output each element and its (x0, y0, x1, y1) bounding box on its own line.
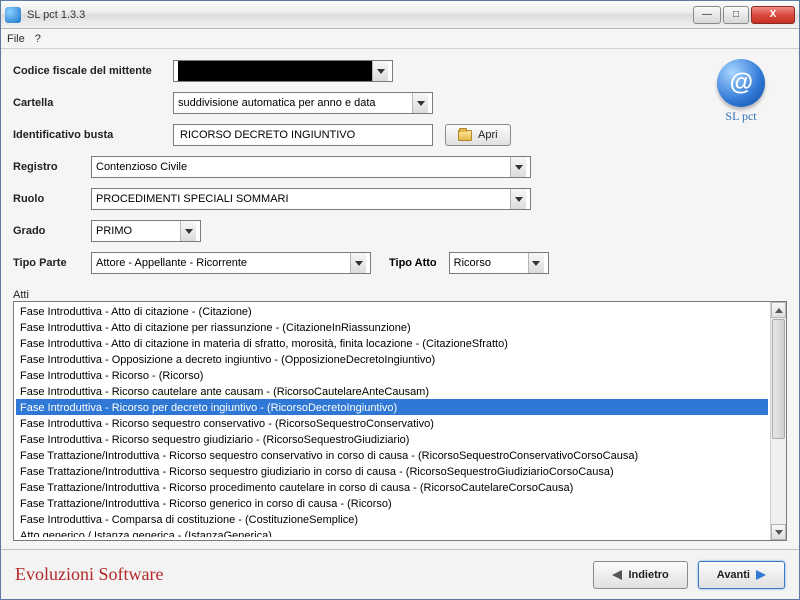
label-cartella: Cartella (13, 97, 173, 109)
avanti-label: Avanti (717, 569, 750, 581)
title-bar: SL pct 1.3.3 — □ X (1, 1, 799, 29)
menu-file[interactable]: File (7, 33, 25, 45)
codice-fiscale-combo[interactable] (173, 60, 393, 82)
tipo-parte-value: Attore - Appellante - Ricorrente (96, 257, 350, 269)
tipo-atto-value: Ricorso (454, 257, 528, 269)
apri-label: Apri (478, 129, 498, 141)
label-codice-fiscale: Codice fiscale del mittente (13, 65, 173, 77)
list-item[interactable]: Fase Introduttiva - Comparsa di costituz… (16, 511, 768, 527)
footer-bar: Evoluzioni Software Indietro Avanti (1, 549, 799, 599)
apri-button[interactable]: Apri (445, 124, 511, 146)
chevron-down-icon[interactable] (510, 189, 526, 209)
close-button[interactable]: X (751, 6, 795, 24)
at-icon: @ (717, 59, 765, 107)
menu-help[interactable]: ? (35, 33, 41, 45)
grado-value: PRIMO (96, 225, 180, 237)
indietro-button[interactable]: Indietro (593, 561, 687, 589)
minimize-button[interactable]: — (693, 6, 721, 24)
list-item[interactable]: Fase Trattazione/Introduttiva - Ricorso … (16, 447, 768, 463)
list-item[interactable]: Fase Trattazione/Introduttiva - Ricorso … (16, 479, 768, 495)
identificativo-input[interactable] (178, 125, 428, 145)
chevron-down-icon[interactable] (528, 253, 544, 273)
label-registro: Registro (13, 161, 91, 173)
list-item[interactable]: Fase Introduttiva - Ricorso - (Ricorso) (16, 367, 768, 383)
list-item[interactable]: Fase Introduttiva - Atto di citazione - … (16, 303, 768, 319)
codice-fiscale-value (178, 61, 372, 81)
chevron-down-icon[interactable] (510, 157, 526, 177)
tipo-parte-combo[interactable]: Attore - Appellante - Ricorrente (91, 252, 371, 274)
ruolo-combo[interactable]: PROCEDIMENTI SPECIALI SOMMARI (91, 188, 531, 210)
arrow-right-icon (756, 570, 766, 580)
scroll-thumb[interactable] (772, 319, 785, 439)
scroll-down-icon[interactable] (771, 524, 786, 540)
list-item[interactable]: Fase Introduttiva - Ricorso per decreto … (16, 399, 768, 415)
label-atti: Atti (13, 289, 787, 301)
app-icon (5, 7, 21, 23)
logo-text: SL pct (711, 109, 771, 124)
label-tipo-atto: Tipo Atto (389, 257, 437, 269)
list-item[interactable]: Fase Introduttiva - Atto di citazione pe… (16, 319, 768, 335)
chevron-down-icon[interactable] (372, 61, 388, 81)
list-item[interactable]: Atto generico / Istanza generica - (Ista… (16, 527, 768, 537)
list-item[interactable]: Fase Introduttiva - Ricorso cautelare an… (16, 383, 768, 399)
menu-bar: File ? (1, 29, 799, 49)
scroll-track[interactable] (771, 318, 786, 524)
identificativo-field[interactable] (173, 124, 433, 146)
label-tipo-parte: Tipo Parte (13, 257, 91, 269)
footer-brand: Evoluzioni Software (15, 564, 593, 585)
chevron-down-icon[interactable] (180, 221, 196, 241)
list-item[interactable]: Fase Introduttiva - Opposizione a decret… (16, 351, 768, 367)
window-title: SL pct 1.3.3 (27, 9, 693, 21)
app-logo: @ SL pct (711, 59, 771, 124)
list-item[interactable]: Fase Trattazione/Introduttiva - Ricorso … (16, 463, 768, 479)
list-item[interactable]: Fase Introduttiva - Atto di citazione in… (16, 335, 768, 351)
app-window: SL pct 1.3.3 — □ X File ? @ SL pct Codic… (0, 0, 800, 600)
list-item[interactable]: Fase Introduttiva - Ricorso sequestro co… (16, 415, 768, 431)
label-identificativo: Identificativo busta (13, 129, 173, 141)
label-ruolo: Ruolo (13, 193, 91, 205)
cartella-value: suddivisione automatica per anno e data (178, 97, 412, 109)
window-controls: — □ X (693, 6, 795, 24)
indietro-label: Indietro (628, 569, 668, 581)
list-item[interactable]: Fase Introduttiva - Ricorso sequestro gi… (16, 431, 768, 447)
list-item[interactable]: Fase Trattazione/Introduttiva - Ricorso … (16, 495, 768, 511)
chevron-down-icon[interactable] (350, 253, 366, 273)
registro-value: Contenzioso Civile (96, 161, 510, 173)
scroll-up-icon[interactable] (771, 302, 786, 318)
avanti-button[interactable]: Avanti (698, 561, 785, 589)
ruolo-value: PROCEDIMENTI SPECIALI SOMMARI (96, 193, 510, 205)
atti-list-inner: Fase Introduttiva - Atto di citazione - … (14, 302, 770, 540)
label-grado: Grado (13, 225, 91, 237)
cartella-combo[interactable]: suddivisione automatica per anno e data (173, 92, 433, 114)
atti-listbox[interactable]: Fase Introduttiva - Atto di citazione - … (13, 301, 787, 541)
registro-combo[interactable]: Contenzioso Civile (91, 156, 531, 178)
main-panel: @ SL pct Codice fiscale del mittente Car… (1, 49, 799, 549)
grado-combo[interactable]: PRIMO (91, 220, 201, 242)
arrow-left-icon (612, 570, 622, 580)
folder-icon (458, 130, 472, 141)
chevron-down-icon[interactable] (412, 93, 428, 113)
listbox-scrollbar[interactable] (770, 302, 786, 540)
maximize-button[interactable]: □ (723, 6, 749, 24)
tipo-atto-combo[interactable]: Ricorso (449, 252, 549, 274)
